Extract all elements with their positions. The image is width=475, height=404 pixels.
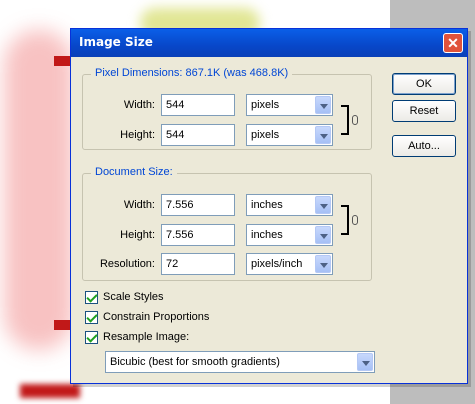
pixel-height-unit-select[interactable]: pixels [246,124,333,146]
ok-button[interactable]: OK [392,73,456,95]
doc-width-input[interactable]: 7.556 [161,194,235,216]
image-size-dialog: Image Size ✕ Pixel Dimensions: 867.1K (w… [70,28,468,384]
chevron-down-icon[interactable] [357,353,373,371]
canvas-red-bottom [20,384,80,398]
resample-image-label: Resample Image: [103,331,190,343]
doc-height-unit-value: inches [251,229,283,241]
resample-method-select[interactable]: Bicubic (best for smooth gradients) [105,351,375,373]
doc-height-label: Height: [120,229,155,241]
pixel-width-unit-select[interactable]: pixels [246,94,333,116]
reset-button[interactable]: Reset [392,100,456,122]
resolution-input[interactable]: 72 [161,253,235,275]
canvas-red-glow [4,30,74,350]
dialog-titlebar[interactable]: Image Size ✕ [71,29,467,57]
pixel-width-label: Width: [123,99,155,111]
chain-link-icon [352,215,358,225]
document-size-group: Document Size: Width: 7.556 inches Heigh… [82,166,372,281]
close-icon: ✕ [447,35,459,51]
pixel-width-unit-value: pixels [251,99,280,111]
doc-height-input[interactable]: 7.556 [161,224,235,246]
pixel-height-label: Height: [120,129,155,141]
resolution-unit-value: pixels/inch [251,258,303,270]
chain-link-icon [352,115,358,125]
checkmark-icon[interactable] [85,331,98,344]
pixel-dimensions-legend: Pixel Dimensions: 867.1K (was 468.8K) [91,67,293,79]
constrain-proportions-label: Constrain Proportions [103,311,210,323]
pixel-height-input[interactable]: 544 [161,124,235,146]
chevron-down-icon[interactable] [315,126,331,144]
constrain-bracket [341,205,349,235]
close-button[interactable]: ✕ [443,33,463,53]
auto-button[interactable]: Auto... [392,135,456,157]
constrain-bracket [341,105,349,135]
pixel-dimensions-group: Pixel Dimensions: 867.1K (was 468.8K) Wi… [82,67,372,150]
checkmark-icon[interactable] [85,291,98,304]
resolution-label: Resolution: [99,258,155,270]
canvas-red-mark [54,56,70,66]
chevron-down-icon[interactable] [315,96,331,114]
scale-styles-label: Scale Styles [103,291,164,303]
resolution-unit-select[interactable]: pixels/inch [246,253,333,275]
dialog-title: Image Size [79,35,153,49]
checkmark-icon[interactable] [85,311,98,324]
pixel-width-input[interactable]: 544 [161,94,235,116]
doc-width-label: Width: [123,199,155,211]
canvas-red-mark [54,320,70,330]
chevron-down-icon[interactable] [315,196,331,214]
chevron-down-icon[interactable] [315,226,331,244]
document-size-legend: Document Size: [91,166,177,178]
doc-width-unit-value: inches [251,199,283,211]
pixel-height-unit-value: pixels [251,129,280,141]
resample-method-value: Bicubic (best for smooth gradients) [110,356,280,368]
doc-width-unit-select[interactable]: inches [246,194,333,216]
doc-height-unit-select[interactable]: inches [246,224,333,246]
chevron-down-icon[interactable] [315,255,331,273]
